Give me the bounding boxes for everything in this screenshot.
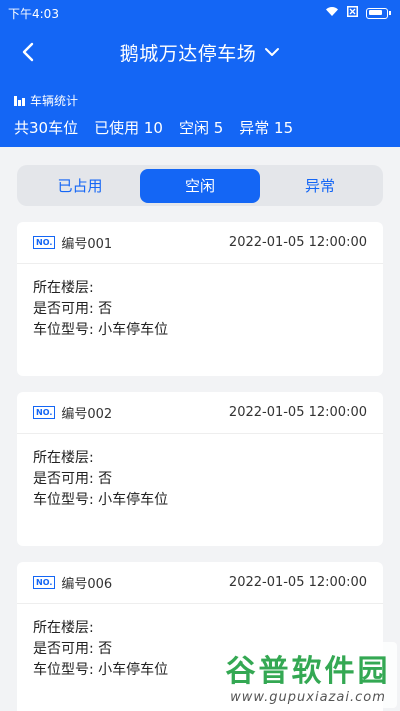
space-available: 是否可用: 否 [33, 301, 113, 317]
status-time: 下午4:03 [8, 6, 59, 21]
status-bar: 下午4:03 [0, 0, 400, 26]
sim-off-icon [347, 6, 358, 20]
space-time: 2022-01-05 12:00:00 [228, 575, 367, 590]
space-floor: 所在楼层: [33, 280, 94, 296]
parking-lot-selector[interactable]: 鹅城万达停车场 [120, 39, 281, 66]
space-time: 2022-01-05 12:00:00 [228, 235, 367, 250]
space-available: 是否可用: 否 [33, 471, 113, 487]
stats-label: 车辆统计 [30, 94, 79, 108]
space-type: 车位型号: 小车停车位 [33, 492, 169, 508]
chevron-left-icon [22, 42, 34, 62]
number-badge-icon: NO. [33, 576, 56, 589]
back-button[interactable] [12, 34, 44, 70]
number-badge-icon: NO. [33, 406, 56, 419]
list-item[interactable]: NO. 编号002 2022-01-05 12:00:00 所在楼层: 是否可用… [17, 392, 383, 546]
wifi-icon [325, 6, 339, 20]
stats-used: 已使用 10 [94, 119, 163, 137]
space-number: 编号001 [61, 237, 113, 252]
stats-total: 共30车位 [14, 119, 79, 137]
number-badge-icon: NO. [33, 236, 56, 249]
status-tabs: 已占用 空闲 异常 [17, 165, 383, 206]
stats-abnormal: 异常 15 [239, 119, 294, 137]
space-time: 2022-01-05 12:00:00 [228, 405, 367, 420]
space-number: 编号006 [61, 577, 113, 592]
watermark-title: 谷普软件园 [225, 653, 391, 689]
watermark-url: www.gupuxiazai.com [230, 689, 386, 705]
space-number: 编号002 [61, 407, 113, 422]
space-floor: 所在楼层: [33, 620, 94, 636]
bar-chart-icon [14, 95, 25, 106]
tab-occupied[interactable]: 已占用 [20, 169, 140, 203]
vehicle-stats: 车辆统计 共30车位 已使用 10 空闲 5 异常 15 [14, 92, 386, 138]
tab-free[interactable]: 空闲 [140, 168, 260, 203]
chevron-down-icon [265, 48, 280, 56]
tab-abnormal[interactable]: 异常 [260, 169, 380, 203]
header: 下午4:03 鹅城万达停车场 车辆统计 共30车位 已使用 10 空闲 5 异常… [0, 0, 400, 147]
nav-bar: 鹅城万达停车场 [0, 26, 400, 78]
space-type: 车位型号: 小车停车位 [33, 322, 169, 338]
list-item[interactable]: NO. 编号001 2022-01-05 12:00:00 所在楼层: 是否可用… [17, 222, 383, 376]
stats-free: 空闲 5 [178, 119, 224, 137]
watermark: 谷普软件园 www.gupuxiazai.com [219, 642, 397, 708]
page-title: 鹅城万达停车场 [119, 42, 257, 65]
battery-icon [366, 7, 391, 19]
space-floor: 所在楼层: [33, 450, 94, 466]
parking-space-list: NO. 编号001 2022-01-05 12:00:00 所在楼层: 是否可用… [17, 222, 383, 711]
